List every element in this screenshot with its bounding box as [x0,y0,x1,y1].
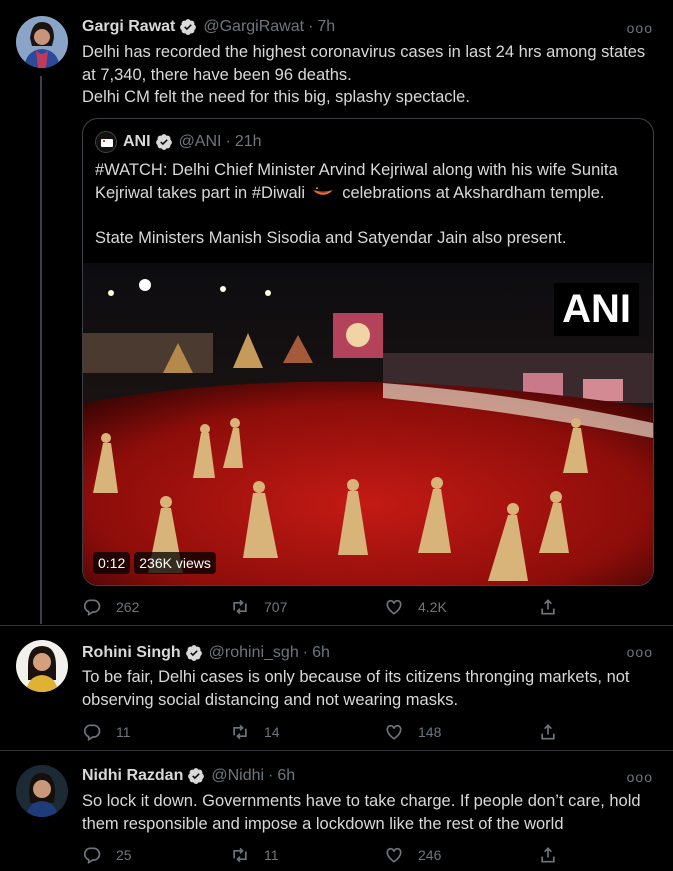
reply-button[interactable]: 262 [82,597,139,617]
quoted-text-line: Kejriwal takes part in #Diwali celebrati… [95,182,641,205]
quoted-text-segment: celebrations at Akshardham temple. [342,183,605,202]
retweet-icon [233,847,247,863]
display-name[interactable]: Rohini Singh [82,644,181,662]
verified-badge-icon [185,645,202,661]
reply-button[interactable]: 25 [82,845,132,865]
avatar[interactable] [16,640,68,692]
tweet-gargi-rawat[interactable]: Gargi Rawat @GargiRawat · 7h ooo Delhi h… [0,0,673,625]
video-views: 236K views [134,552,216,574]
tweet-text: Delhi has recorded the highest coronavir… [82,41,655,109]
like-icon [386,724,402,740]
tweet-text-line: Delhi has recorded the highest coronavir… [82,43,646,61]
tweet-header: Rohini Singh @rohini_sgh · 6h [82,644,330,662]
retweet-icon [233,599,247,615]
retweet-button[interactable]: 11 [230,845,279,865]
reply-count: 25 [116,847,132,863]
reply-icon [83,847,101,864]
video-player[interactable]: ANI 0:12 236K views [83,263,653,585]
like-icon [386,599,402,615]
avatar[interactable] [16,765,68,817]
more-icon[interactable]: ooo [627,20,653,36]
tweet-text-line: Delhi CM felt the need for this big, spl… [82,88,470,106]
tweet-text: To be fair, Delhi cases is only because … [82,666,655,711]
diya-emoji-icon [312,186,333,195]
like-button[interactable]: 4.2K [384,597,447,617]
quoted-text-segment: Kejriwal takes part in #Diwali [95,183,305,202]
separator-dot: · [308,18,314,35]
reply-icon [83,724,101,741]
retweet-button[interactable]: 14 [230,722,280,742]
display-name[interactable]: Gargi Rawat [82,18,175,36]
retweet-icon [233,724,247,740]
share-button[interactable] [538,597,572,617]
like-count: 246 [418,847,442,863]
timestamp[interactable]: 6h [312,644,330,662]
quoted-timestamp: 21h [234,133,262,150]
timestamp[interactable]: 7h [317,18,335,36]
quoted-tweet-header: ANI @ANI · 21h [95,131,262,153]
handle[interactable]: @GargiRawat [203,18,304,36]
handle[interactable]: @Nidhi [211,767,264,785]
quoted-handle: @ANI [178,133,222,150]
timestamp[interactable]: 6h [277,767,295,785]
tweet-actions: 262 707 4.2K [82,597,572,621]
like-count: 4.2K [418,599,447,615]
tweet-text: So lock it down. Governments have to tak… [82,790,655,835]
tweet-text-line: at 7,340, there have been 96 deaths. [82,65,352,84]
share-icon [541,724,555,740]
quoted-tweet[interactable]: ANI @ANI · 21h #WATCH: Delhi Chief Minis… [82,118,654,586]
separator-dot: · [268,767,274,784]
reply-icon [83,599,101,616]
tweet-header: Gargi Rawat @GargiRawat · 7h [82,18,335,36]
ani-avatar [95,131,117,153]
tweet-text-line: To be fair, Delhi cases is only because … [82,668,630,686]
retweet-button[interactable]: 707 [230,597,287,617]
like-button[interactable]: 148 [384,722,441,742]
retweet-count: 707 [264,599,288,615]
reply-button[interactable]: 11 [82,722,131,742]
video-duration: 0:12 [93,552,131,574]
tweet-text-line: So lock it down. Governments have to tak… [82,792,641,810]
tweet-actions: 11 14 148 [82,722,572,746]
thread-line [40,76,42,624]
handle[interactable]: @rohini_sgh [209,644,299,662]
reply-count: 262 [116,599,140,615]
like-button[interactable]: 246 [384,845,441,865]
retweet-count: 11 [264,847,279,863]
like-count: 148 [418,724,442,740]
verified-badge-icon [188,768,205,784]
retweet-count: 14 [264,724,280,740]
more-icon[interactable]: ooo [627,769,653,785]
tweet-actions: 25 11 246 [82,845,572,869]
share-icon [541,847,555,863]
verified-badge-icon [180,19,197,35]
display-name[interactable]: Nidhi Razdan [82,767,183,785]
verified-badge-icon [155,134,172,150]
share-button[interactable] [538,722,572,742]
quoted-tweet-text: #WATCH: Delhi Chief Minister Arvind Kejr… [95,159,641,249]
reply-count: 11 [116,724,131,740]
tweet-header: Nidhi Razdan @Nidhi · 6h [82,767,295,785]
ani-watermark: ANI [554,283,639,336]
tweet-rohini-singh[interactable]: Rohini Singh @rohini_sgh · 6h ooo To be … [0,626,673,750]
quoted-text-line: State Ministers Manish Sisodia and Satye… [95,228,567,247]
separator-dot: · [302,644,309,661]
video-badges: 0:12 236K views [93,552,216,574]
avatar[interactable] [16,16,68,68]
more-icon[interactable]: ooo [627,644,653,660]
share-button[interactable] [538,845,572,865]
share-icon [541,599,555,615]
tweet-nidhi-razdan[interactable]: Nidhi Razdan @Nidhi · 6h ooo So lock it … [0,751,673,871]
quoted-text-line: #WATCH: Delhi Chief Minister Arvind Kejr… [95,161,618,179]
separator-dot: · [225,133,231,150]
tweet-text-line: observing social distancing and not wear… [82,690,459,709]
tweet-text-line: them responsible and impose a lockdown l… [82,814,564,833]
quoted-display-name[interactable]: ANI [123,133,151,151]
like-icon [386,847,402,863]
